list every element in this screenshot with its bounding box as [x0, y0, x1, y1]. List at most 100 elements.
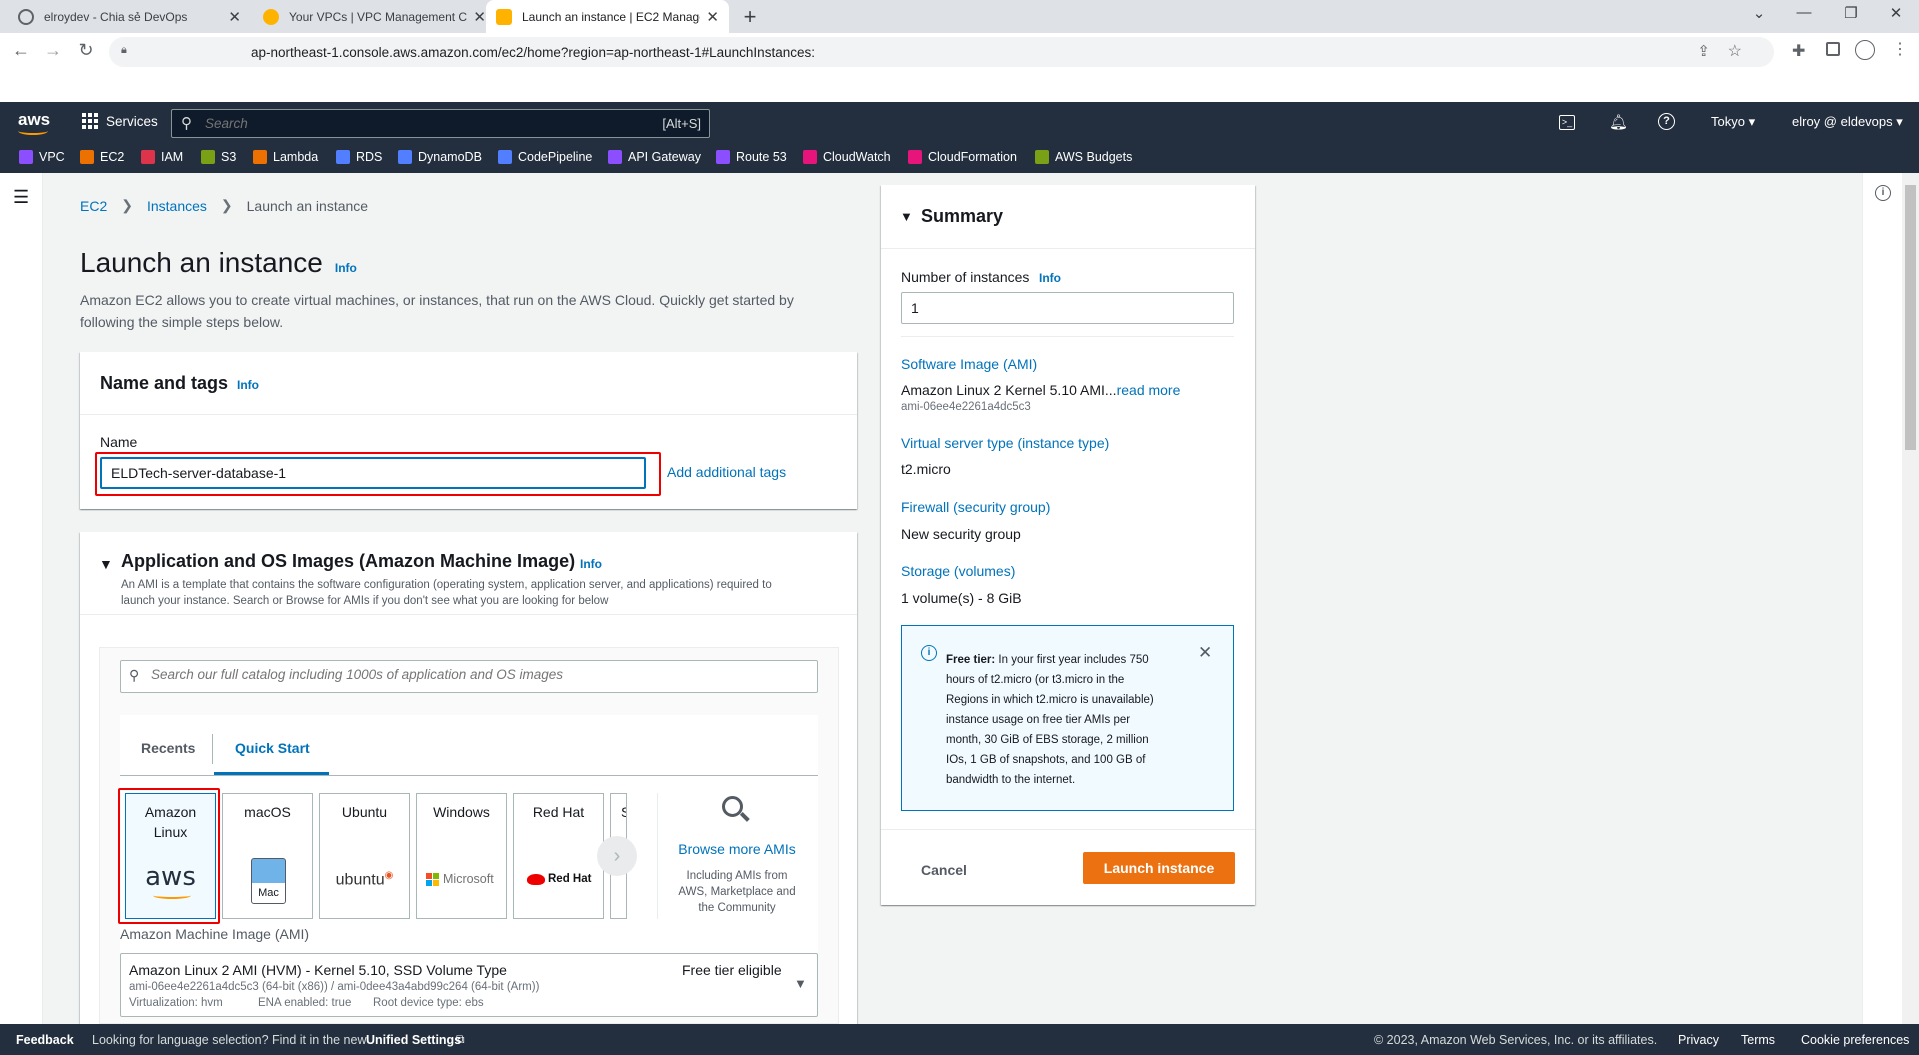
bell-icon[interactable]: 🔔︎	[1609, 113, 1628, 131]
unified-settings-link[interactable]: Unified Settings	[366, 1033, 461, 1047]
instance-type-value: t2.micro	[901, 461, 951, 477]
ami-search-box[interactable]: ⚲	[120, 660, 818, 693]
cancel-button[interactable]: Cancel	[921, 862, 967, 878]
menu-icon[interactable]: ⋮	[1892, 39, 1908, 59]
favorite-route53[interactable]: Route 53	[716, 150, 787, 164]
sidepanel-icon[interactable]	[1826, 42, 1840, 56]
tab-quick-start[interactable]: Quick Start	[235, 740, 310, 756]
scrollbar-thumb[interactable]	[1905, 185, 1916, 450]
tab-recents[interactable]: Recents	[141, 740, 195, 756]
reload-icon[interactable]: ↻	[74, 40, 98, 61]
add-additional-tags-link[interactable]: Add additional tags	[667, 464, 786, 480]
read-more-link[interactable]: read more	[1117, 382, 1181, 398]
num-instances-info-link[interactable]: Info	[1039, 271, 1061, 285]
address-bar[interactable]: 🔒︎ ap-northeast-1.console.aws.amazon.com…	[109, 37, 1774, 67]
close-icon[interactable]: ✕	[1198, 643, 1212, 663]
breadcrumb-instances[interactable]: Instances	[147, 198, 207, 214]
close-icon[interactable]: ✕	[228, 8, 241, 26]
ami-info-link[interactable]: Info	[580, 557, 602, 571]
num-instances-input[interactable]	[901, 292, 1234, 324]
cloudshell-icon[interactable]: >_	[1559, 115, 1575, 130]
favorite-codepipeline[interactable]: CodePipeline	[498, 150, 592, 164]
mac-logo-text: Mac	[258, 887, 279, 899]
favorite-ec2[interactable]: EC2	[80, 150, 124, 164]
ami-tile-windows[interactable]: Windows Microsoft	[416, 793, 507, 919]
breadcrumb-ec2[interactable]: EC2	[80, 198, 107, 214]
software-image-link[interactable]: Software Image (AMI)	[901, 356, 1037, 372]
url-text[interactable]: ap-northeast-1.console.aws.amazon.com/ec…	[251, 45, 815, 60]
ami-tile-amazon-linux[interactable]: Amazon Linux aws	[125, 793, 216, 919]
carousel-next-icon[interactable]: ›	[597, 836, 637, 876]
close-window-icon[interactable]: ✕	[1881, 4, 1911, 22]
aws-logo[interactable]: aws	[18, 110, 50, 135]
caret-down-icon[interactable]: ▼	[900, 209, 913, 224]
cookie-preferences-link[interactable]: Cookie preferences	[1801, 1033, 1909, 1047]
ami-tile-ubuntu[interactable]: Ubuntu ubuntu◉	[319, 793, 410, 919]
grid-icon	[82, 113, 98, 129]
info-panel-icon[interactable]: i	[1875, 185, 1891, 201]
page-header: Launch an instance Info	[80, 247, 357, 279]
favorite-aws-budgets[interactable]: AWS Budgets	[1035, 150, 1132, 164]
ami-search-input[interactable]	[151, 667, 801, 682]
aws-search-box[interactable]: ⚲ [Alt+S]	[171, 109, 710, 138]
favorite-iam[interactable]: IAM	[141, 150, 183, 164]
external-link-icon: ⧉	[456, 1032, 465, 1046]
restore-icon[interactable]: ❐	[1836, 4, 1866, 22]
instance-type-link[interactable]: Virtual server type (instance type)	[901, 435, 1109, 451]
storage-link[interactable]: Storage (volumes)	[901, 563, 1015, 579]
info-icon: i	[921, 645, 937, 661]
ami-tile-macos[interactable]: macOS Mac	[222, 793, 313, 919]
aws-search-input[interactable]	[205, 113, 605, 134]
help-icon[interactable]: ?	[1658, 113, 1675, 130]
search-icon: ⚲	[181, 115, 192, 132]
star-icon[interactable]: ☆	[1728, 41, 1742, 61]
browse-more-amis-link[interactable]: Browse more AMIs	[677, 841, 797, 857]
firewall-link[interactable]: Firewall (security group)	[901, 499, 1050, 515]
terms-link[interactable]: Terms	[1741, 1033, 1775, 1047]
favicon-icon	[18, 8, 34, 25]
hamburger-menu-icon[interactable]: ☰	[13, 187, 29, 208]
share-icon[interactable]: ⇪	[1697, 42, 1710, 60]
profile-avatar[interactable]	[1855, 40, 1875, 60]
favorite-dynamodb[interactable]: DynamoDB	[398, 150, 482, 164]
tabs-divider	[120, 775, 818, 776]
privacy-link[interactable]: Privacy	[1678, 1033, 1719, 1047]
ami-select-dropdown[interactable]: Amazon Linux 2 AMI (HVM) - Kernel 5.10, …	[120, 953, 818, 1017]
feedback-link[interactable]: Feedback	[16, 1033, 74, 1047]
back-icon[interactable]: ←	[9, 40, 33, 61]
account-menu[interactable]: elroy @ eldevops ▾	[1792, 114, 1903, 130]
ami-tile-name: Ubuntu	[341, 804, 388, 820]
services-button[interactable]: Services	[82, 113, 158, 129]
favorite-api-gateway[interactable]: API Gateway	[608, 150, 701, 164]
close-icon[interactable]: ✕	[473, 8, 486, 26]
browse-search-icon[interactable]	[722, 796, 750, 822]
favorite-cloudwatch[interactable]: CloudWatch	[803, 150, 891, 164]
minimize-icon[interactable]: —	[1789, 4, 1819, 21]
ami-tile-redhat[interactable]: Red Hat Red Hat	[513, 793, 604, 919]
page-info-link[interactable]: Info	[335, 261, 357, 275]
browser-tab-active[interactable]: Launch an instance | EC2 Manage ✕	[486, 0, 729, 33]
forward-icon[interactable]: →	[41, 40, 65, 61]
name-input[interactable]	[100, 457, 646, 489]
extensions-icon[interactable]: ✚	[1792, 41, 1805, 61]
favorite-rds[interactable]: RDS	[336, 150, 382, 164]
address-row: ← → ↻ 🔒︎ ap-northeast-1.console.aws.amaz…	[0, 33, 1919, 70]
caret-down-icon[interactable]: ▼	[99, 556, 113, 572]
ami-description: An AMI is a template that contains the s…	[121, 577, 841, 609]
new-tab-icon[interactable]: +	[738, 4, 762, 30]
aws-logo-icon: aws	[145, 862, 196, 892]
tab-search-icon[interactable]: ⌄	[1744, 4, 1774, 22]
favorite-s3[interactable]: S3	[201, 150, 236, 164]
ami-tile-name-line: Linux	[153, 824, 188, 840]
launch-instance-button[interactable]: Launch instance	[1083, 852, 1235, 884]
close-icon[interactable]: ✕	[706, 8, 719, 26]
name-and-tags-info-link[interactable]: Info	[237, 378, 259, 392]
region-selector[interactable]: Tokyo ▾	[1711, 114, 1755, 130]
favorite-label: CloudFormation	[928, 150, 1017, 164]
favorite-cloudformation[interactable]: CloudFormation	[908, 150, 1017, 164]
free-tier-line: bandwidth to the internet.	[946, 774, 1076, 786]
favorite-vpc[interactable]: VPC	[19, 150, 65, 164]
browser-tab[interactable]: Your VPCs | VPC Management Co ✕	[253, 0, 496, 33]
favorite-lambda[interactable]: Lambda	[253, 150, 318, 164]
browser-tab[interactable]: elroydev - Chia sẻ DevOps ✕	[8, 0, 251, 33]
